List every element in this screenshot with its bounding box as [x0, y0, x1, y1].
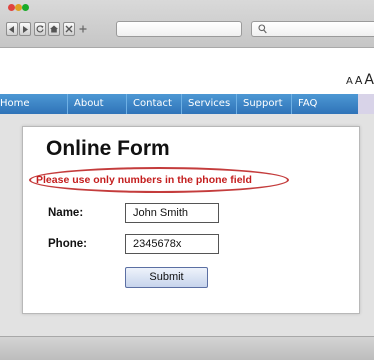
new-tab-icon — [79, 25, 87, 33]
browser-status-bar — [0, 336, 374, 360]
name-label: Name: — [48, 207, 84, 219]
name-field[interactable]: John Smith — [125, 203, 219, 223]
forward-icon — [23, 25, 28, 33]
window-minimize-dot[interactable] — [15, 4, 22, 11]
nav-item-services[interactable]: Services — [182, 94, 237, 114]
nav-item-home[interactable]: Home — [0, 94, 68, 114]
browser-toolbar — [0, 0, 374, 48]
phone-label: Phone: — [48, 238, 87, 250]
form-title: Online Form — [46, 137, 170, 160]
search-icon — [258, 24, 267, 34]
phone-field[interactable]: 2345678x — [125, 234, 219, 254]
text-size-small-button[interactable]: A — [346, 76, 353, 87]
submit-button[interactable]: Submit — [125, 267, 208, 288]
new-tab-button[interactable] — [78, 22, 88, 36]
main-nav: Home About Contact Services Support FAQ — [0, 94, 374, 114]
browser-search-field[interactable] — [251, 21, 374, 37]
window-close-dot[interactable] — [8, 4, 15, 11]
text-size-medium-button[interactable]: A — [355, 74, 363, 87]
nav-item-faq[interactable]: FAQ — [292, 94, 358, 114]
text-size-large-button[interactable]: A — [364, 72, 374, 88]
home-button[interactable] — [48, 22, 60, 36]
close-icon — [65, 25, 73, 33]
forward-button[interactable] — [19, 22, 31, 36]
reload-icon — [36, 25, 44, 33]
home-icon — [50, 25, 58, 33]
error-message: Please use only numbers in the phone fie… — [36, 174, 252, 186]
nav-end-strip — [358, 94, 374, 114]
window-zoom-dot[interactable] — [22, 4, 29, 11]
back-button[interactable] — [6, 22, 18, 36]
text-size-controls: A A A — [346, 72, 374, 88]
nav-item-support[interactable]: Support — [237, 94, 292, 114]
stop-button[interactable] — [63, 22, 75, 36]
nav-item-about[interactable]: About — [68, 94, 127, 114]
nav-item-contact[interactable]: Contact — [127, 94, 182, 114]
address-bar[interactable] — [116, 21, 242, 37]
reload-button[interactable] — [34, 22, 46, 36]
back-icon — [9, 25, 14, 33]
